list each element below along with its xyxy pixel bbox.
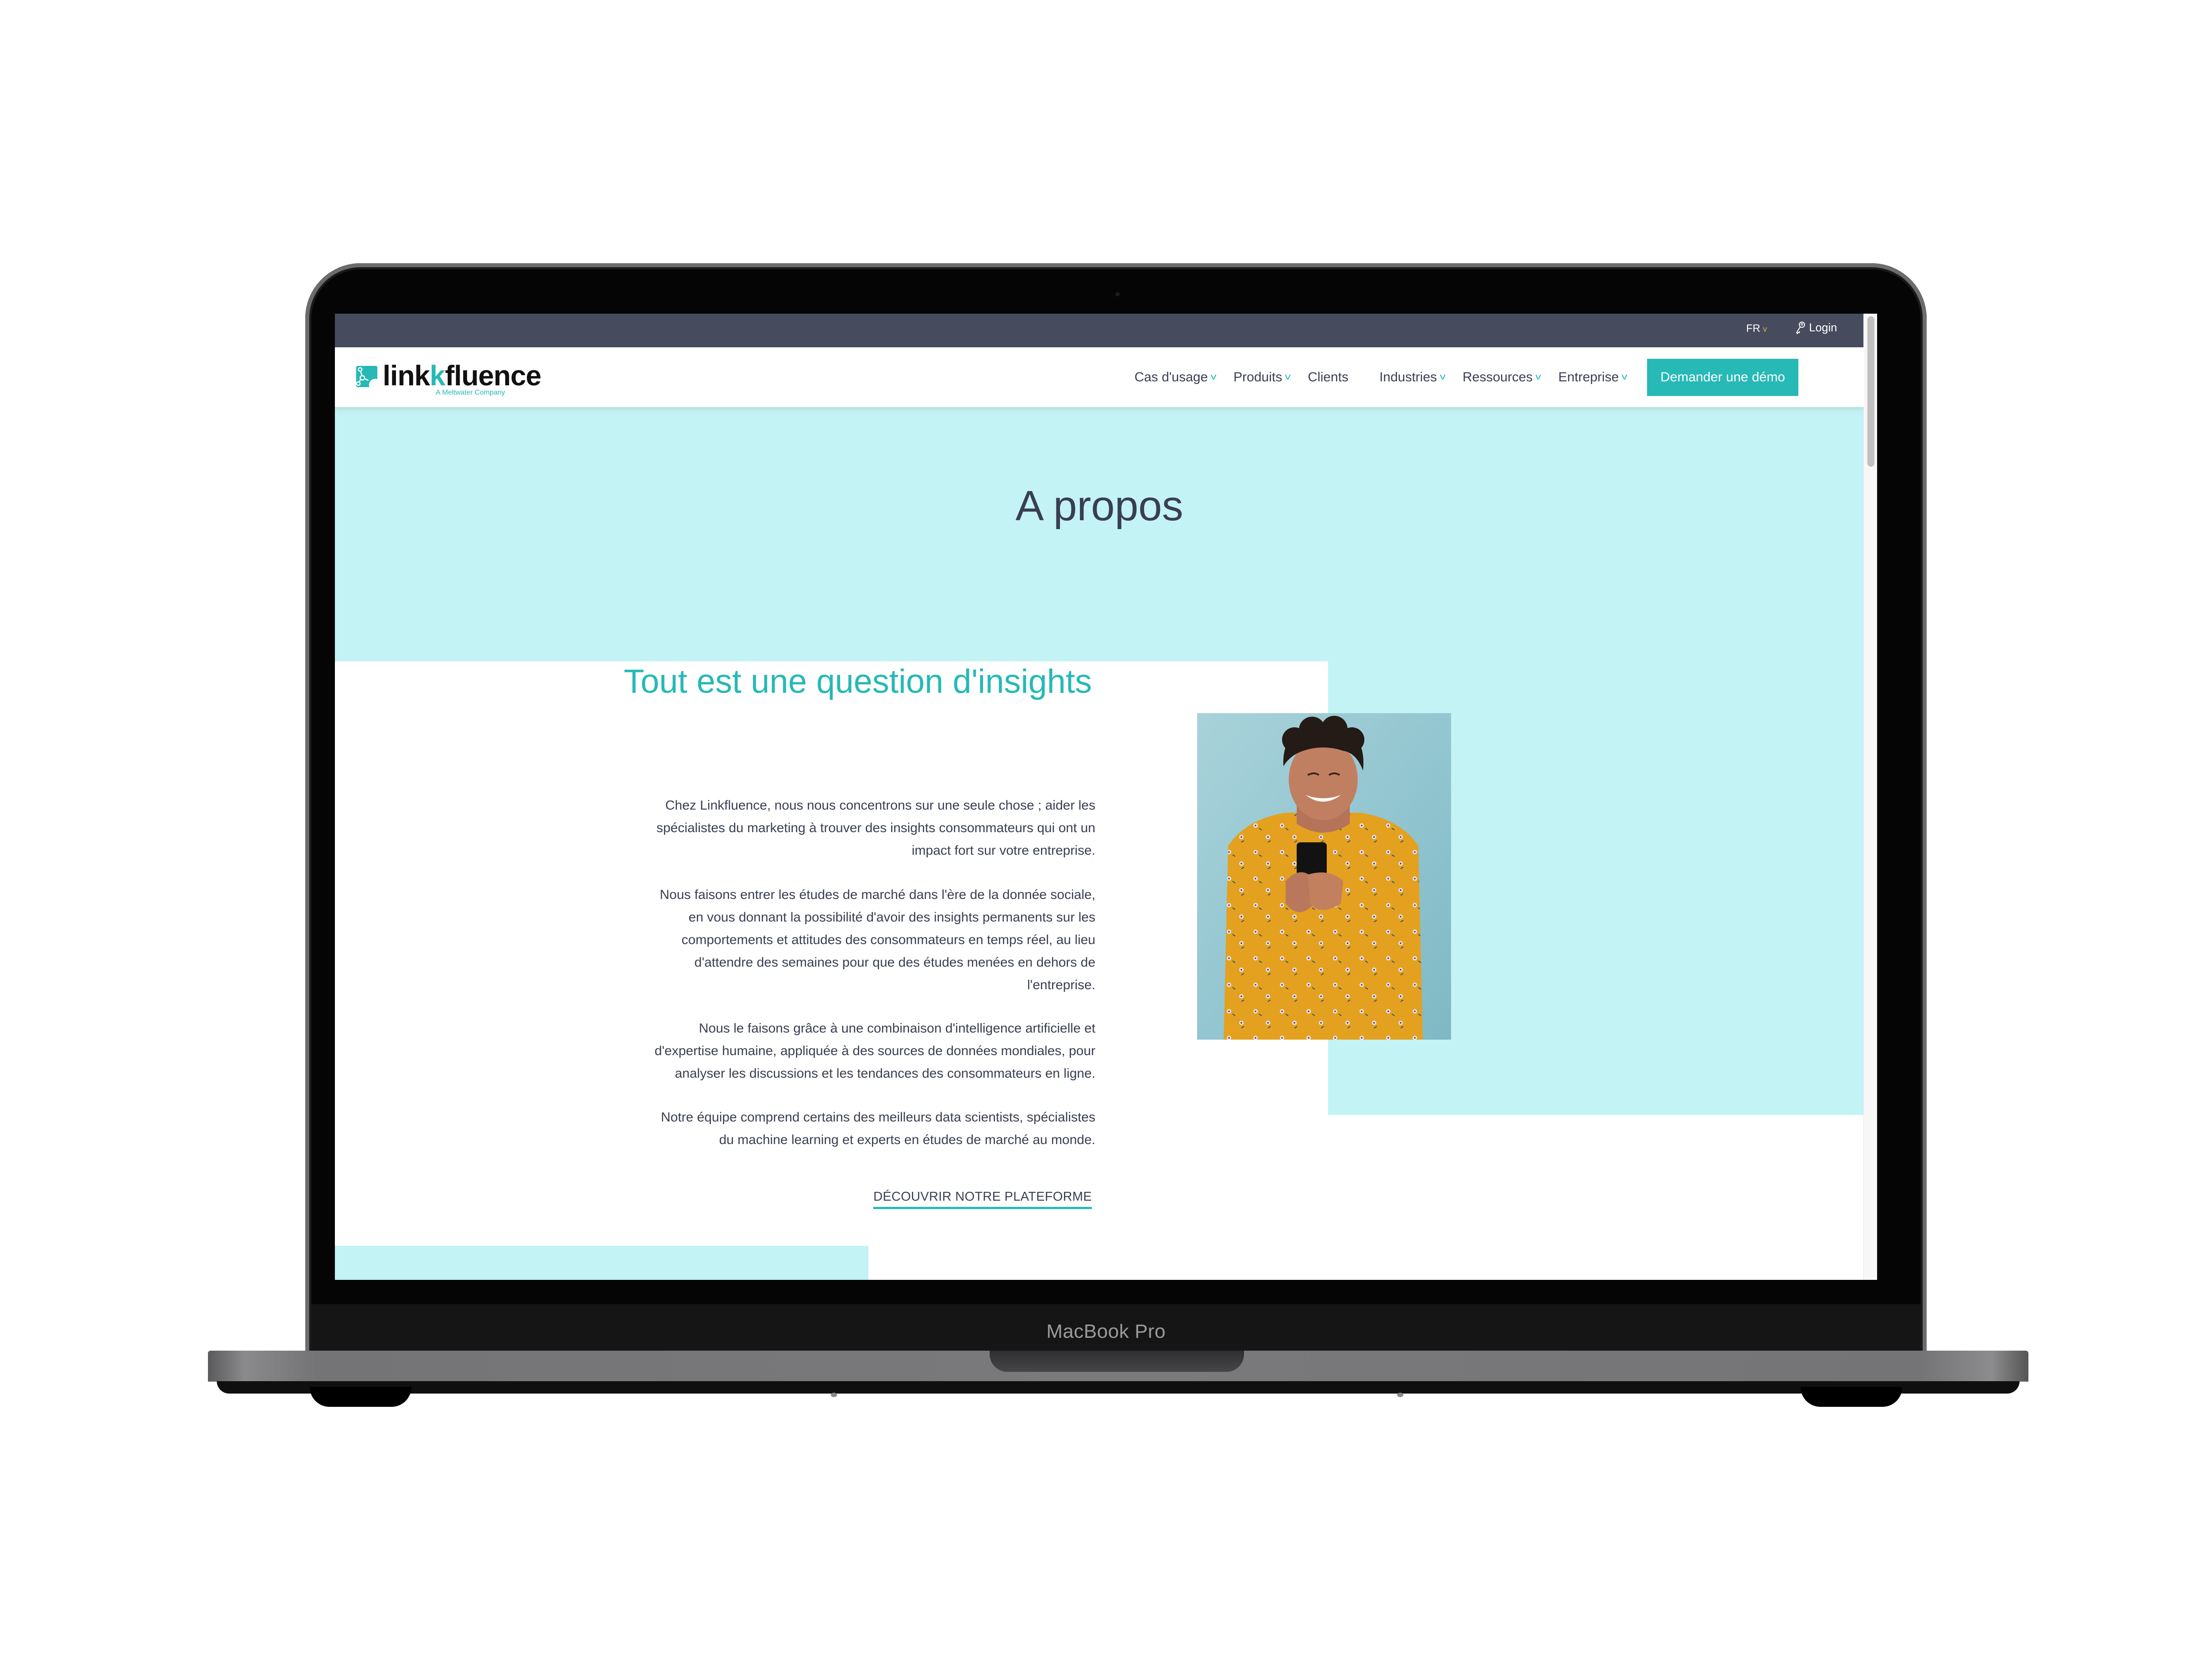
port-icon: [831, 1393, 837, 1397]
paragraph: Chez Linkfluence, nous nous concentrons …: [656, 798, 1095, 858]
section-title: Tout est une question d'insights: [623, 663, 1092, 700]
chevron-down-icon: v: [1763, 325, 1767, 334]
login-label: Login: [1809, 321, 1837, 334]
login-link[interactable]: Login: [1795, 321, 1837, 334]
laptop-lid-notch: [990, 1351, 1244, 1372]
chevron-down-icon: v: [1210, 372, 1217, 382]
chevron-down-icon: v: [1440, 372, 1446, 382]
chevron-down-icon: v: [1285, 372, 1291, 382]
camera-icon: [1115, 292, 1120, 296]
logo-tagline: A Meltwater Company: [436, 389, 505, 396]
nav-item-entreprise[interactable]: Entreprise v: [1558, 370, 1627, 385]
request-demo-button[interactable]: Demander une démo: [1647, 358, 1798, 396]
chevron-down-icon: v: [1621, 372, 1628, 382]
nav-item-clients[interactable]: Clients: [1308, 370, 1348, 385]
laptop-foot: [1801, 1387, 1902, 1407]
discover-platform-link[interactable]: DÉCOUVRIR NOTRE PLATEFORME: [873, 1190, 1092, 1209]
screen: A propos FR v Login linkkfluence A Meltw…: [335, 314, 1877, 1280]
woman-with-phone-image: [1197, 713, 1451, 1040]
laptop-base-underside: [217, 1381, 2020, 1394]
language-code: FR: [1746, 323, 1760, 334]
scrollbar-thumb[interactable]: [1867, 316, 1874, 467]
nav-item-ressources[interactable]: Ressources v: [1463, 370, 1541, 385]
main-navigation: linkkfluence A Meltwater Company Cas d'u…: [335, 347, 1864, 407]
logo-mark-icon: [356, 366, 377, 387]
paragraph: Notre équipe comprend certains des meill…: [661, 1110, 1095, 1147]
device-model-label: MacBook Pro: [1046, 1321, 1166, 1342]
nav-item-industries[interactable]: Industries v: [1379, 370, 1446, 385]
port-icon: [1397, 1393, 1403, 1397]
page-title: A propos: [1015, 482, 1183, 530]
scrollbar[interactable]: [1863, 314, 1877, 1280]
paragraph: Nous le faisons grâce à une combinaison …: [654, 1021, 1095, 1081]
language-selector[interactable]: FR v: [1746, 323, 1767, 335]
nav-menu: Cas d'usage v Produits v Clients Industrie…: [1134, 347, 1798, 407]
logo-wordmark: linkkfluence: [383, 360, 541, 392]
key-icon: [1796, 321, 1805, 334]
utility-bar: FR v Login: [335, 314, 1864, 347]
nav-item-produits[interactable]: Produits v: [1233, 370, 1291, 385]
nav-item-cas-usage[interactable]: Cas d'usage v: [1134, 370, 1216, 385]
paragraph: Nous faisons entrer les études de marché…: [660, 887, 1095, 992]
chevron-down-icon: v: [1535, 372, 1541, 382]
hero-photo: [1197, 713, 1451, 1040]
next-section-accent: [335, 1246, 868, 1280]
next-section-background: [1328, 1246, 1864, 1280]
linkfluence-logo[interactable]: linkkfluence A Meltwater Company: [356, 360, 541, 398]
web-page: A propos FR v Login linkkfluence A Meltw…: [335, 314, 1864, 1280]
laptop-foot: [310, 1387, 411, 1407]
